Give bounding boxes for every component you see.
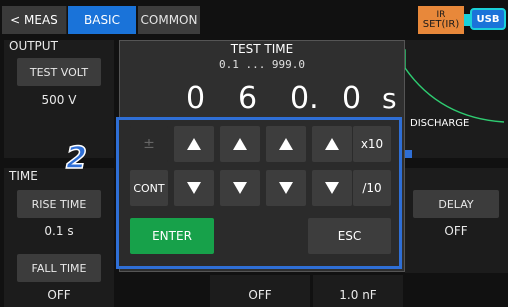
digit-up-button-3[interactable] — [266, 126, 306, 162]
set-ir-label: SET(IR) — [422, 19, 460, 30]
delay-button[interactable]: DELAY — [413, 190, 499, 218]
top-bar: < MEAS BASIC COMMON IR SET(IR) USB — [0, 6, 508, 34]
digit-up-button-4[interactable] — [312, 126, 352, 162]
screen: < MEAS BASIC COMMON IR SET(IR) USB OUTPU… — [0, 0, 508, 307]
time-section-label: TIME — [9, 169, 38, 183]
cont-key[interactable]: CONT — [130, 170, 168, 206]
tab-common[interactable]: COMMON — [138, 6, 200, 34]
step-number-callout: 2 — [65, 140, 87, 177]
digit-up-button-2[interactable] — [220, 126, 260, 162]
triangle-down-icon — [233, 182, 247, 194]
digit-tenths[interactable]: 0 — [342, 79, 361, 119]
digit-hundreds[interactable]: 0 — [186, 79, 205, 119]
rise-time-button[interactable]: RISE TIME — [17, 190, 101, 218]
waveform-graph — [402, 49, 505, 158]
rise-time-value: 0.1 s — [44, 224, 74, 238]
tab-meas[interactable]: < MEAS — [2, 6, 67, 34]
output-section-label: OUTPUT — [9, 39, 58, 53]
fall-time-value: OFF — [47, 288, 71, 302]
digit-down-button-4[interactable] — [312, 170, 352, 206]
triangle-down-icon — [279, 182, 293, 194]
digit-up-button-1[interactable] — [174, 126, 214, 162]
digit-down-button-1[interactable] — [174, 170, 214, 206]
times10-key[interactable]: x10 — [353, 126, 391, 162]
discharge-text: DISCHARGE — [410, 118, 470, 129]
enter-button[interactable]: ENTER — [130, 218, 214, 254]
digit-down-button-3[interactable] — [266, 170, 306, 206]
discharge-label: DISCHARGE — [410, 118, 469, 129]
triangle-up-icon — [325, 138, 339, 150]
test-volt-value: 500 V — [41, 93, 77, 107]
sign-key[interactable]: ± — [130, 126, 168, 162]
triangle-down-icon — [325, 182, 339, 194]
triangle-up-icon — [187, 138, 201, 150]
delay-panel — [405, 168, 508, 273]
fall-time-button[interactable]: FALL TIME — [17, 254, 101, 282]
test-volt-button[interactable]: TEST VOLT — [17, 58, 101, 86]
delay-value: OFF — [444, 224, 468, 238]
dialog-title: TEST TIME — [230, 42, 294, 56]
triangle-down-icon — [187, 182, 201, 194]
digit-down-button-2[interactable] — [220, 170, 260, 206]
digit-tens[interactable]: 6 — [238, 79, 257, 119]
value-display: 0 6 0. 0 s — [120, 79, 404, 119]
triangle-up-icon — [279, 138, 293, 150]
dialog-range: 0.1 ... 999.0 — [218, 58, 306, 71]
bottom-value-2: 1.0 nF — [339, 288, 377, 302]
unit-label: s — [382, 82, 397, 115]
usb-indicator[interactable]: USB — [470, 8, 506, 30]
tab-basic[interactable]: BASIC — [68, 6, 136, 34]
digit-ones[interactable]: 0. — [290, 79, 319, 119]
triangle-up-icon — [233, 138, 247, 150]
keypad-highlight: ± x10 CONT /10 ENTER ESC — [116, 117, 402, 269]
div10-key[interactable]: /10 — [353, 170, 391, 206]
tab-set-ir[interactable]: IR SET(IR) — [418, 6, 464, 34]
bottom-value-1: OFF — [248, 288, 272, 302]
esc-button[interactable]: ESC — [308, 218, 391, 254]
